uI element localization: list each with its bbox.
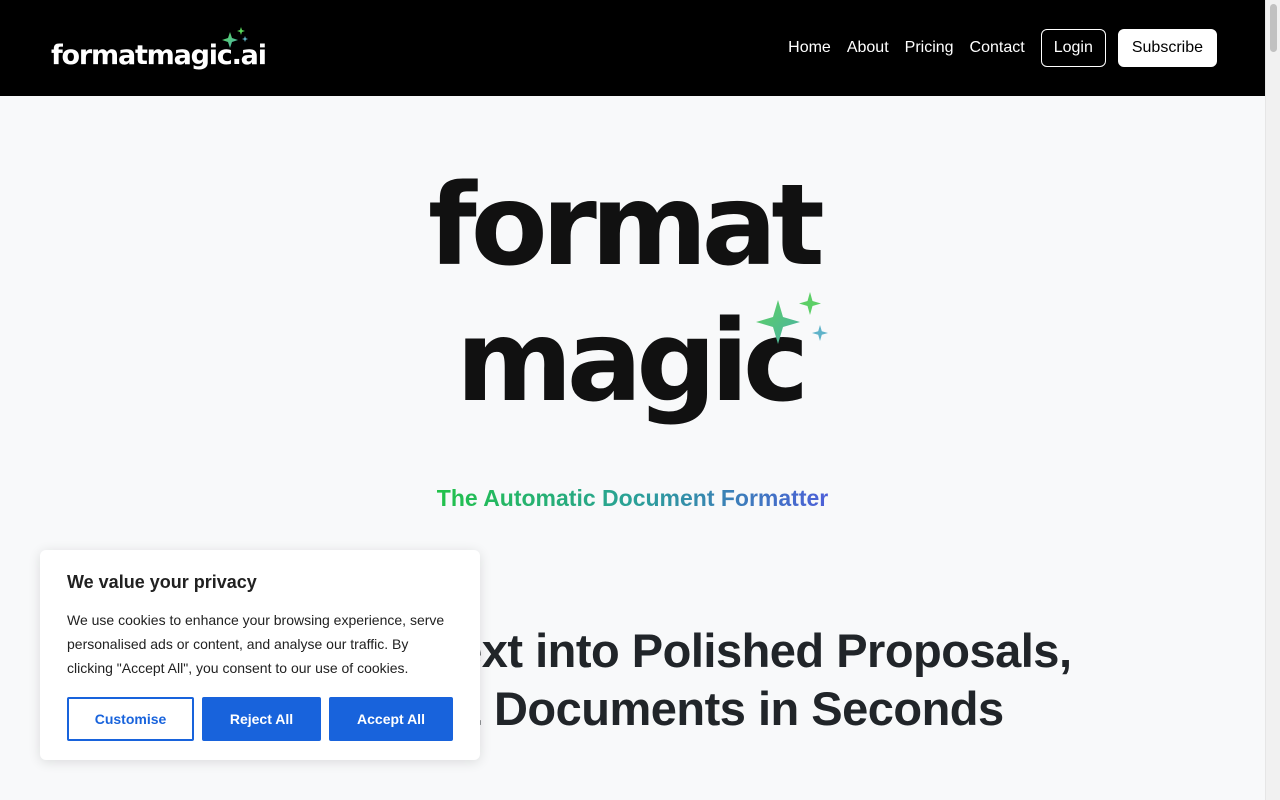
nav-about[interactable]: About bbox=[847, 39, 889, 57]
cookie-description: We use cookies to enhance your browsing … bbox=[67, 612, 445, 676]
scrollbar-thumb[interactable] bbox=[1270, 4, 1277, 52]
nav-contact[interactable]: Contact bbox=[970, 39, 1025, 57]
sparkle-icon bbox=[756, 292, 828, 344]
logo-word-format: format bbox=[428, 161, 825, 291]
nav-links: Home About Pricing Contact Login Subscri… bbox=[788, 29, 1217, 67]
tagline-text: The Automatic Document Formatter bbox=[436, 485, 829, 511]
accept-all-button[interactable]: Accept All bbox=[329, 697, 453, 741]
customise-button[interactable]: Customise bbox=[67, 697, 194, 741]
top-navbar: formatmagic.ai Home About Pricing Contac… bbox=[0, 0, 1265, 96]
reject-all-button[interactable]: Reject All bbox=[202, 697, 321, 741]
cookie-title: We value your privacy bbox=[67, 572, 257, 592]
brand-logo[interactable]: formatmagic.ai bbox=[51, 26, 267, 69]
login-button[interactable]: Login bbox=[1040, 29, 1106, 67]
nav-home[interactable]: Home bbox=[788, 39, 831, 57]
nav-pricing[interactable]: Pricing bbox=[905, 39, 954, 57]
hero-logo: format magic bbox=[428, 170, 838, 460]
cookie-consent-banner: We value your privacy We use cookies to … bbox=[40, 550, 480, 760]
sparkle-icon bbox=[221, 26, 248, 48]
subscribe-button[interactable]: Subscribe bbox=[1117, 29, 1217, 67]
page-scrollbar[interactable] bbox=[1265, 0, 1280, 800]
tagline: The Automatic Document Formatter bbox=[0, 485, 1265, 512]
cookie-actions: Customise Reject All Accept All bbox=[67, 697, 453, 741]
